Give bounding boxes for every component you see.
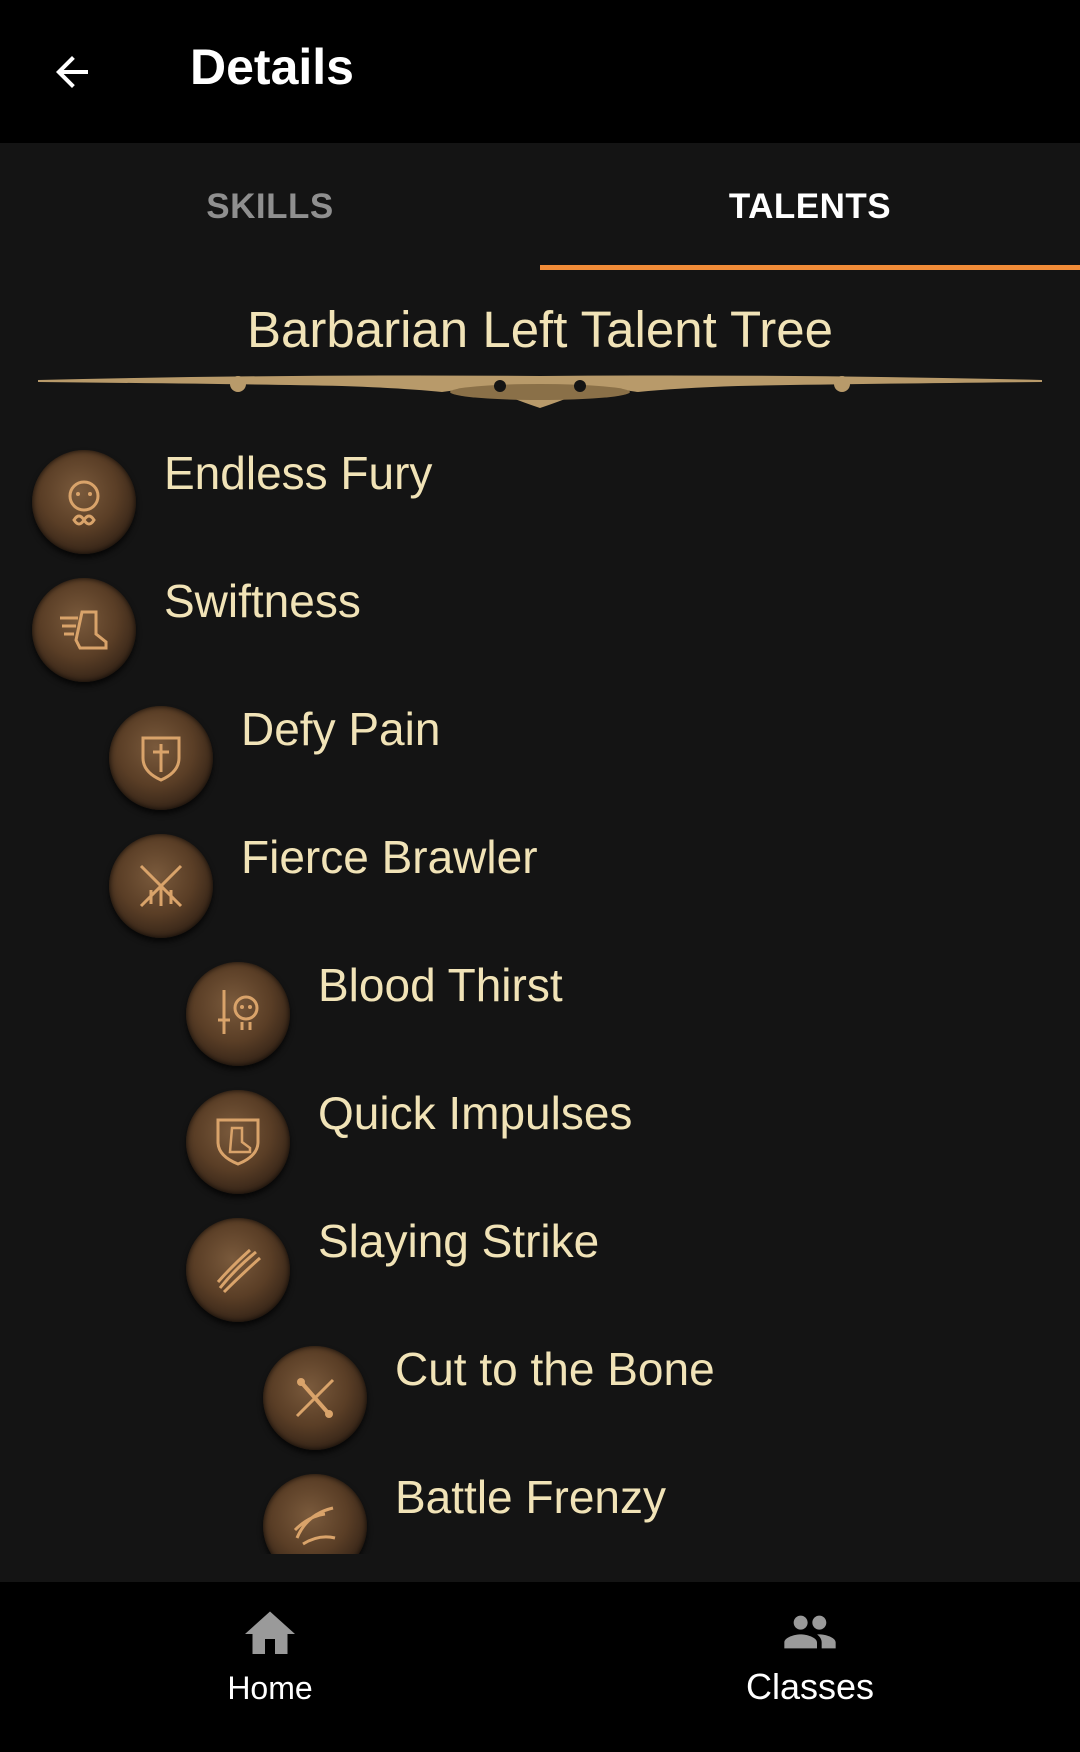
talent-list: Endless Fury Swiftness Defy Pain Fierce … [0, 420, 1080, 1554]
bone-sword-icon [263, 1346, 367, 1450]
slash-icon [186, 1218, 290, 1322]
talent-name: Fierce Brawler [241, 831, 538, 883]
home-icon [245, 1611, 295, 1654]
frenzy-icon [263, 1474, 367, 1554]
talent-name: Swiftness [164, 575, 361, 627]
people-icon [784, 1615, 836, 1649]
talent-name: Slaying Strike [318, 1215, 600, 1267]
talent-name: Defy Pain [241, 703, 441, 755]
nav-home-label: Home [227, 1670, 313, 1706]
shield-icon [109, 706, 213, 810]
talent-name: Battle Frenzy [395, 1471, 666, 1523]
list-item[interactable]: Slaying Strike [186, 1188, 600, 1322]
ornamental-divider [38, 375, 1042, 408]
list-item[interactable]: Battle Frenzy [263, 1444, 666, 1554]
list-item[interactable]: Swiftness [32, 548, 361, 682]
shield-boot-icon [186, 1090, 290, 1194]
face-infinity-icon [32, 450, 136, 554]
talent-name: Quick Impulses [318, 1087, 633, 1139]
talent-name: Blood Thirst [318, 959, 563, 1011]
list-item[interactable]: Quick Impulses [186, 1060, 633, 1194]
tab-talents-label: TALENTS [728, 186, 892, 226]
list-item[interactable]: Cut to the Bone [263, 1316, 715, 1450]
active-tab-indicator [540, 265, 1080, 270]
nav-classes-label: Classes [745, 1666, 875, 1707]
back-button[interactable] [36, 36, 108, 108]
list-item[interactable]: Fierce Brawler [109, 804, 538, 938]
nav-home[interactable]: Home [0, 1582, 540, 1752]
winged-boot-icon [32, 578, 136, 682]
list-item[interactable]: Blood Thirst [186, 932, 563, 1066]
talent-name: Endless Fury [164, 447, 433, 499]
bottom-navigation: Home Classes [0, 1582, 1080, 1752]
list-item[interactable]: Defy Pain [109, 676, 441, 810]
crossed-weapons-icon [109, 834, 213, 938]
tab-talents[interactable]: TALENTS [540, 143, 1080, 270]
tab-bar: SKILLS TALENTS [0, 143, 1080, 270]
tab-skills[interactable]: SKILLS [0, 143, 540, 270]
talent-tree-title: Barbarian Left Talent Tree [247, 301, 833, 358]
nav-classes[interactable]: Classes [540, 1582, 1080, 1752]
page-title: Details [190, 39, 354, 95]
list-item[interactable]: Endless Fury [32, 420, 433, 554]
app-bar: Details [0, 0, 1080, 143]
talent-name: Cut to the Bone [395, 1343, 715, 1395]
skull-sword-icon [186, 962, 290, 1066]
arrow-left-icon [56, 56, 88, 88]
